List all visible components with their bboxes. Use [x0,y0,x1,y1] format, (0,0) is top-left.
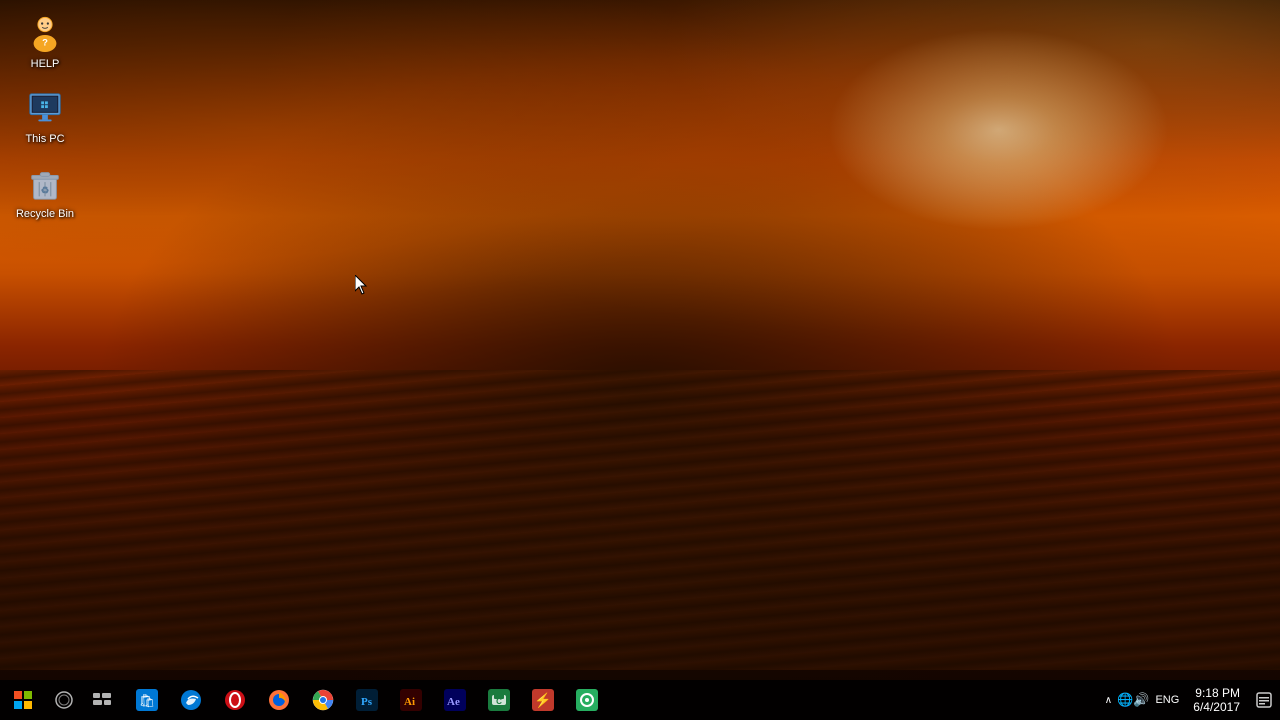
taskbar-app-green2[interactable] [565,680,609,720]
tray-volume-icon[interactable]: 🔊 [1133,692,1149,708]
taskbar-app-edge[interactable] [169,680,213,720]
thispc-icon [25,89,65,129]
thispc-icon-label: This PC [25,133,64,146]
tray-language-indicator[interactable]: ENG [1149,694,1185,706]
clock-time: 9:18 PM [1195,686,1240,700]
desktop-icons-area: ? HELP [10,10,80,226]
desktop-icon-recycle-bin[interactable]: ♻ Recycle Bin [10,160,80,225]
taskbar-app-chrome[interactable] [301,680,345,720]
pinned-apps-area: 🛍 [125,680,609,720]
svg-text:Ai: Ai [404,696,415,708]
desktop-icon-thispc[interactable]: This PC [10,85,80,150]
tray-overflow-button[interactable]: ∧ [1100,695,1117,706]
desktop-icon-help[interactable]: ? HELP [10,10,80,75]
taskbar-app-after-effects[interactable]: Ae [433,680,477,720]
recycle-bin-icon: ♻ [25,164,65,204]
svg-text:?: ? [42,37,48,48]
taskbar-app-red[interactable]: ⚡ [521,680,565,720]
svg-text:Ae: Ae [447,696,460,708]
svg-text:⚡: ⚡ [534,692,551,709]
desktop: ? HELP [0,0,1280,720]
system-tray: ∧ 🌐 🔊 ENG 9:18 PM 6/4/2017 [1100,680,1280,720]
system-clock[interactable]: 9:18 PM 6/4/2017 [1185,686,1248,714]
svg-text:🛍: 🛍 [139,693,156,708]
clock-date: 6/4/2017 [1193,700,1240,714]
svg-text:C: C [496,697,502,706]
mouse-cursor [355,275,371,300]
start-button[interactable] [0,680,45,720]
taskbar-app-opera[interactable] [213,680,257,720]
taskbar-app-illustrator[interactable]: Ai [389,680,433,720]
taskbar: 🛍 [0,680,1280,720]
recycle-bin-icon-label: Recycle Bin [16,208,74,221]
taskbar-app-firefox[interactable] [257,680,301,720]
help-icon: ? [25,14,65,54]
cortana-search-button[interactable] [45,680,83,720]
taskbar-app-photoshop[interactable]: Ps [345,680,389,720]
svg-text:Ps: Ps [361,696,373,708]
taskbar-app-store[interactable]: 🛍 [125,680,169,720]
svg-text:♻: ♻ [41,186,50,197]
tray-network-icon[interactable]: 🌐 [1117,692,1133,708]
task-view-button[interactable] [83,680,121,720]
taskbar-app-green1[interactable]: C [477,680,521,720]
help-icon-label: HELP [31,58,60,71]
action-center-button[interactable] [1248,680,1280,720]
